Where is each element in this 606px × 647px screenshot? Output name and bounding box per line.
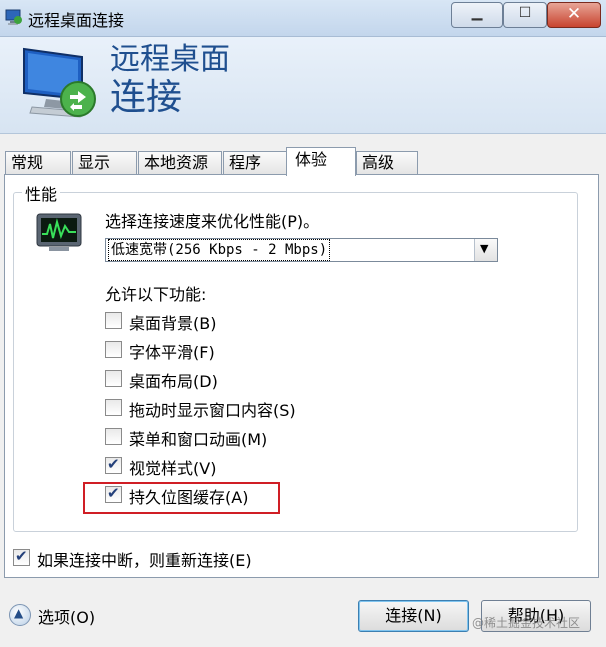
banner-line2: 连接 [110,77,183,118]
tab-programs[interactable]: 程序 [223,151,287,175]
highlight-box [83,482,280,514]
option-label: 桌面布局(D) [129,372,218,391]
connection-speed-select[interactable]: 低速宽带(256 Kbps - 2 Mbps) ▼ [105,238,498,262]
chevron-down-icon: ▼ [480,242,489,255]
tab-local-resources[interactable]: 本地资源 [138,151,222,175]
title-bar[interactable]: 远程桌面连接 ▁ ☐ ✕ [0,0,606,37]
remote-desktop-window: 远程桌面连接 ▁ ☐ ✕ 远程桌面 连接 常规 显示 本地资源 程序 体验 高级… [0,0,606,647]
tab-advanced[interactable]: 高级 [356,151,418,175]
minimize-button[interactable]: ▁ [451,2,503,28]
connection-speed-value: 低速宽带(256 Kbps - 2 Mbps) [107,239,331,261]
watermark: @稀土掘金技术社区 [472,616,581,630]
options-toggle-button[interactable]: ▲ [9,604,31,626]
window-title: 远程桌面连接 [28,11,125,30]
header-banner: 远程桌面 连接 [0,37,606,134]
tab-general[interactable]: 常规 [5,151,71,175]
checkbox[interactable] [105,341,122,358]
speed-label: 选择连接速度来优化性能(P)。 [105,212,320,231]
tab-experience[interactable]: 体验 [286,147,356,176]
checkbox[interactable] [105,428,122,445]
chevron-up-icon: ▲ [14,606,24,620]
tab-display[interactable]: 显示 [72,151,137,175]
option-label: 桌面背景(B) [129,314,217,333]
maximize-icon: ☐ [518,5,532,21]
option-label: 字体平滑(F) [129,343,215,362]
connect-button[interactable]: 连接(N) [358,600,469,632]
checkbox[interactable] [105,370,122,387]
option-label: 拖动时显示窗口内容(S) [129,401,296,420]
option-label: 视觉样式(V) [129,459,217,478]
checkbox[interactable] [105,399,122,416]
checkbox-checked[interactable] [105,455,122,474]
checkbox-checked[interactable] [13,547,30,566]
dropdown-button[interactable]: ▼ [474,239,497,261]
options-link[interactable]: 选项(O) [38,604,95,628]
tab-bar: 常规 显示 本地资源 程序 体验 高级 [0,147,606,176]
remote-desktop-icon [5,9,22,25]
reconnect-label: 如果连接中断，则重新连接(E) [37,551,252,570]
allow-features-label: 允许以下功能: [105,285,207,304]
option-label: 菜单和窗口动画(M) [129,430,268,449]
maximize-button[interactable]: ☐ [503,2,547,28]
close-icon: ✕ [566,4,582,24]
performance-monitor-icon [36,213,82,251]
close-button[interactable]: ✕ [547,2,601,28]
banner-line1: 远程桌面 [110,42,230,77]
computer-connection-icon [23,47,96,118]
checkbox[interactable] [105,312,122,329]
performance-group-title: 性能 [22,181,61,205]
minimize-icon: ▁ [471,5,483,21]
